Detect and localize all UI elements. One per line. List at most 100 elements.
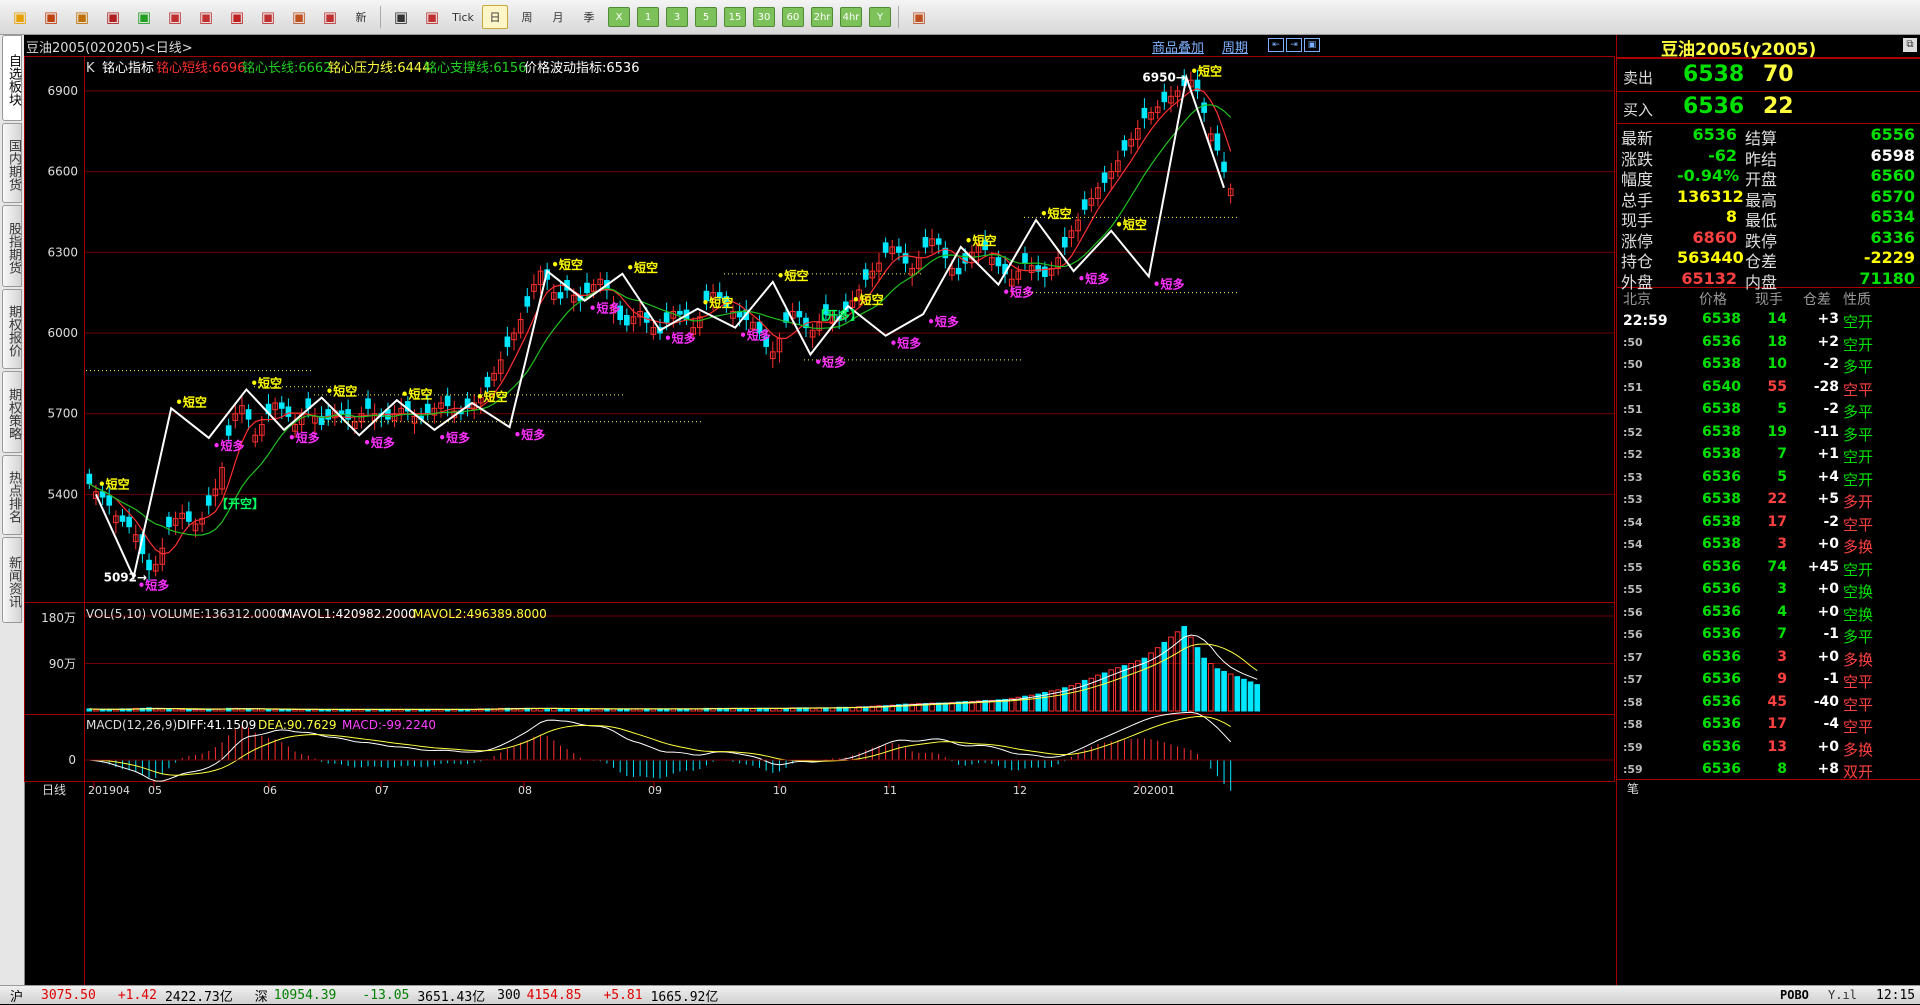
season-icon[interactable]: 季 (577, 6, 601, 28)
tick-header: 北京 价格 现手 仓差 性质 (1617, 289, 1920, 309)
tick-type: 空开 (1843, 313, 1874, 331)
candle-body (484, 376, 491, 388)
tick-volume: 7 (1777, 626, 1787, 642)
sidebar-tab-6[interactable]: 新闻资讯 (2, 537, 22, 623)
30min-icon[interactable]: 30 (753, 7, 775, 27)
fit-icon[interactable]: ▣ (1304, 38, 1320, 52)
candle-body (1141, 107, 1148, 119)
tick-time: :53 (1623, 493, 1643, 506)
list-icon[interactable]: ▣ (101, 6, 125, 28)
chart-area[interactable]: 6900 6600 6300 6000 5700 5400 6950→ 5092→ •短多 •短… (24, 56, 1615, 986)
day-icon[interactable]: 日 (482, 5, 508, 29)
period-label: 日线 (42, 783, 66, 797)
sidebar-tab-4[interactable]: 期权策略 (2, 371, 22, 453)
sidebar-tab-1[interactable]: 国内期货 (2, 123, 22, 203)
tick-type: 空开 (1843, 560, 1874, 579)
zoom-out-icon[interactable]: ▣ (194, 6, 218, 28)
sh-change: +1.42 (117, 987, 157, 1003)
price-ytick: 6600 (47, 165, 78, 179)
stat-value: 6536 (1692, 125, 1737, 144)
volume-bar (1201, 657, 1207, 712)
tick-volume: 5 (1777, 401, 1787, 417)
brush-icon[interactable]: ▣ (287, 6, 311, 28)
tick-type: 多平 (1843, 403, 1874, 421)
zoom-in-icon[interactable]: ▣ (163, 6, 187, 28)
signal-icon: Y.ıl (1828, 988, 1857, 1002)
quote-panel: 豆油2005(y2005) ⧉ 卖出 6538 70 买入 6536 22 最新… (1616, 35, 1920, 985)
pen-icon[interactable]: ▣ (256, 6, 280, 28)
candle-body (444, 395, 451, 407)
new-icon[interactable]: 新 (349, 6, 373, 28)
1min-icon[interactable]: 1 (637, 7, 659, 27)
60min-icon[interactable]: 60 (782, 7, 804, 27)
high-price-label: 6950→ (1142, 70, 1185, 84)
open-empty-signal: 【开空】 (216, 496, 264, 511)
short-long-signal: •短多 (288, 430, 320, 445)
tick-header-vol: 现手 (1755, 292, 1783, 308)
sidebar-tab-0[interactable]: 自选板块 (2, 35, 22, 121)
window-icon[interactable]: ▣ (225, 6, 249, 28)
5min-icon[interactable]: 5 (695, 7, 717, 27)
back-icon[interactable]: ▣ (8, 6, 32, 28)
tick-volume: 45 (1767, 693, 1787, 710)
notebook-icon[interactable]: ▣ (70, 6, 94, 28)
tick-diff: +2 (1817, 333, 1839, 350)
15min-icon[interactable]: 15 (724, 7, 746, 27)
tick-volume: 18 (1767, 333, 1787, 350)
candle-body (1214, 133, 1221, 151)
candle-body (424, 403, 431, 415)
volume-bar (1148, 652, 1154, 712)
i300-label: 300 (497, 987, 521, 1003)
sz-price: 10954.39 (273, 987, 337, 1003)
price-ytick: 6000 (47, 326, 78, 340)
sidebar-tab-5[interactable]: 热点排名 (2, 455, 22, 535)
y-icon[interactable]: Y (869, 7, 891, 27)
year-icon[interactable]: X (608, 7, 630, 27)
month-icon[interactable]: 月 (546, 6, 570, 28)
refresh-icon[interactable]: ▣ (132, 6, 156, 28)
tick-price: 6536 (1702, 468, 1741, 485)
tick-type: 空开 (1843, 470, 1874, 489)
overlay-button[interactable]: 商品叠加 (1152, 37, 1204, 56)
short-empty-signal: •短空 (250, 375, 282, 390)
stat-value: -62 (1708, 145, 1737, 165)
tick-volume: 22 (1767, 491, 1787, 507)
volume-bar (1188, 636, 1194, 712)
volume-bar (1247, 681, 1254, 712)
kline-chart[interactable]: 690066006300600057005400 6950→5092→•短多•短… (24, 56, 1615, 986)
tick-volume: 9 (1777, 671, 1787, 687)
candle-body (1022, 253, 1028, 264)
tick-volume: 10 (1767, 356, 1787, 372)
3min-icon[interactable]: 3 (666, 7, 688, 27)
home-icon[interactable]: ▣ (39, 6, 63, 28)
tick-price: 6536 (1702, 558, 1741, 575)
table-icon[interactable]: ▣ (389, 6, 413, 28)
zoom-icon-group[interactable]: ⇤ ⇥ ▣ (1268, 38, 1320, 52)
week-icon[interactable]: 周 (515, 6, 539, 28)
filter-icon[interactable]: ▣ (318, 6, 342, 28)
sidebar-tab-3[interactable]: 期权报价 (2, 289, 22, 369)
collapse-icon[interactable]: ⇤ (1268, 38, 1284, 52)
tick-list[interactable]: 22:59 6538 14 +3 空开:50 6536 18 +2 空开:50 6538 10 -2 多… (1617, 309, 1920, 787)
short-empty-signal: •短空 (401, 386, 433, 401)
tick-icon[interactable]: Tick (451, 6, 475, 28)
footer-tab[interactable]: 笔 (1627, 780, 1639, 797)
tick-time: :55 (1623, 560, 1643, 574)
sidebar-tab-2[interactable]: 股指期货 (2, 205, 22, 287)
candle-body (205, 495, 212, 506)
candle-body (285, 406, 292, 417)
period-button[interactable]: 周期 (1222, 37, 1248, 56)
short-empty-signal: •短空 (1040, 206, 1072, 221)
short-empty-signal: •短空 (98, 476, 130, 491)
layout-icon[interactable]: ▣ (907, 6, 931, 28)
detach-icon[interactable]: ⧉ (1903, 38, 1917, 52)
tick-volume: 19 (1767, 423, 1787, 440)
volume-bar (557, 708, 564, 712)
indicator-pressure: 铭心压力线:6444 (328, 61, 430, 76)
expand-icon[interactable]: ⇥ (1286, 38, 1302, 52)
tick-price: 6540 (1702, 378, 1741, 395)
chart-icon[interactable]: ▣ (420, 6, 444, 28)
2hr-icon[interactable]: 2hr (811, 7, 833, 27)
4hr-icon[interactable]: 4hr (840, 7, 862, 27)
macd-label: MACD(12,26,9) (86, 718, 177, 732)
